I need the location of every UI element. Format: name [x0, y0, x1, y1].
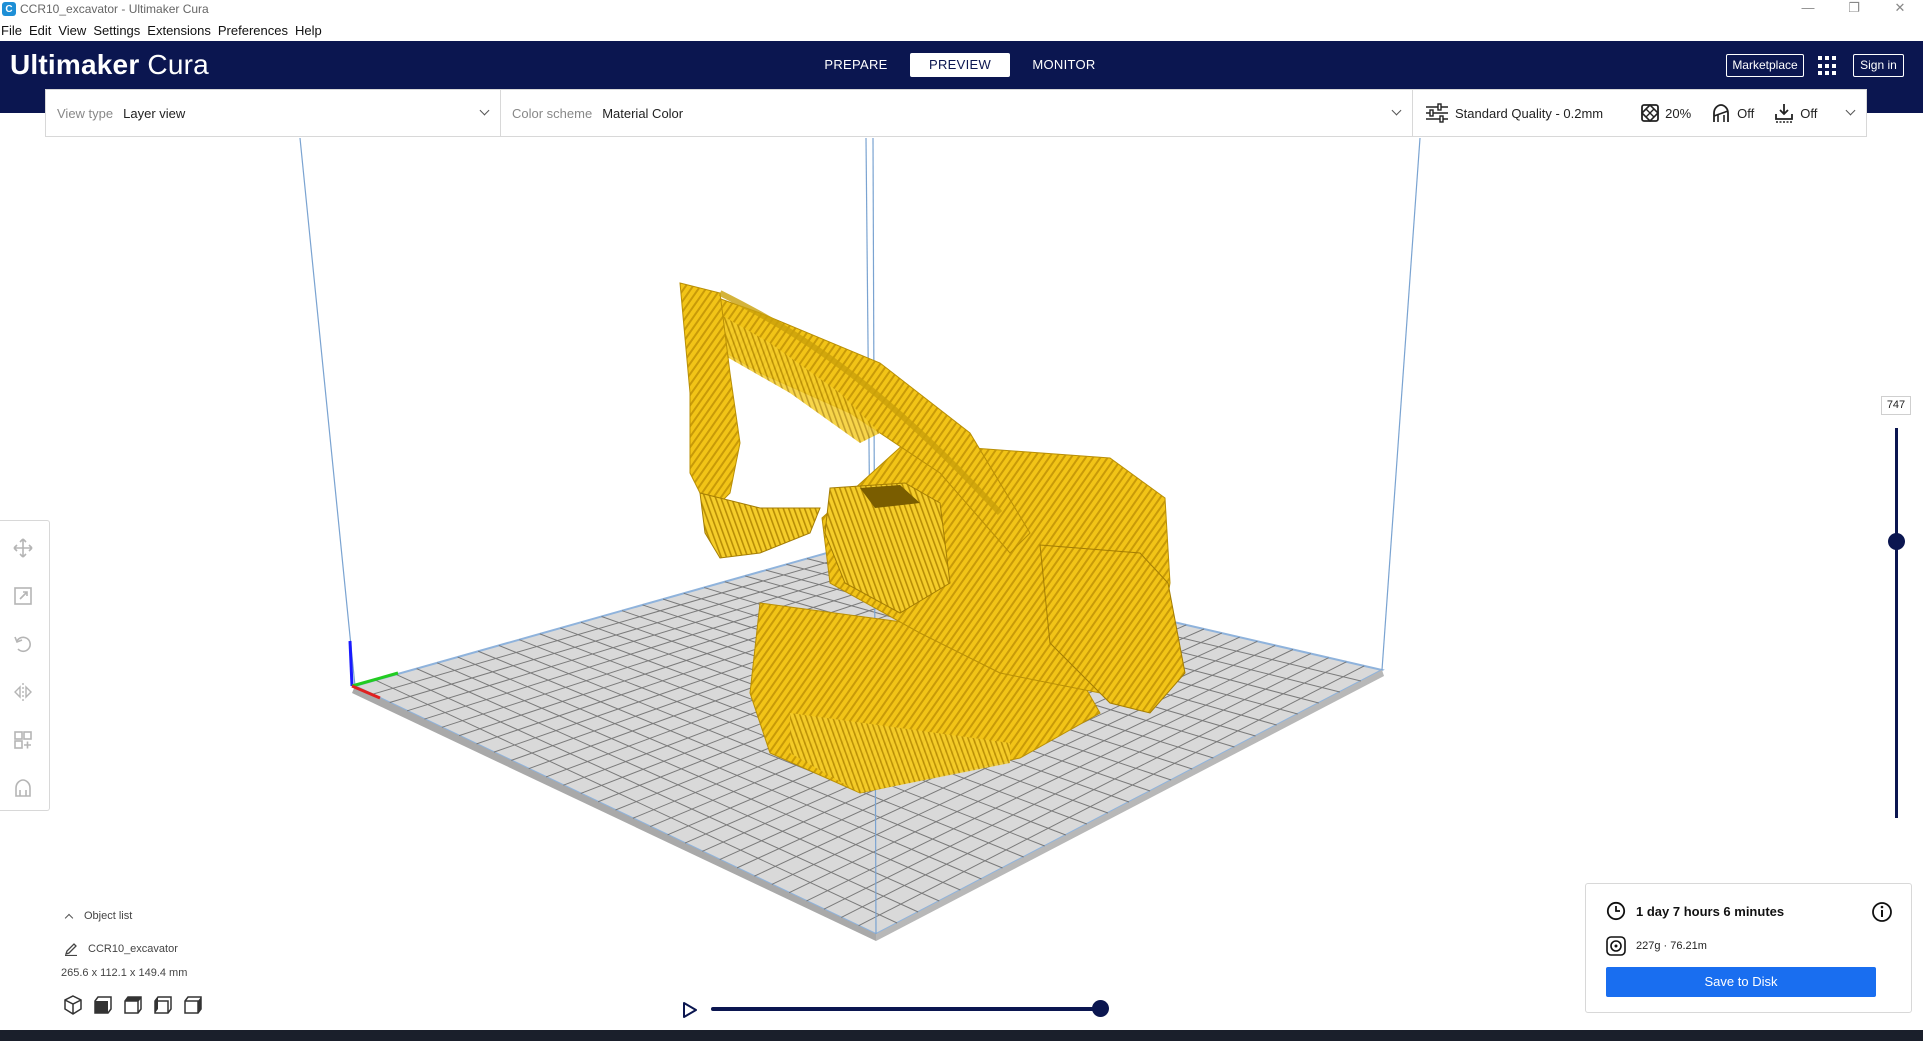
tab-preview[interactable]: PREVIEW: [910, 53, 1010, 77]
print-information-panel: 1 day 7 hours 6 minutes 227g · 76.21m Sa…: [1585, 883, 1912, 1013]
menu-settings[interactable]: Settings: [93, 23, 140, 38]
chevron-down-icon: [1845, 105, 1856, 116]
save-to-disk-button[interactable]: Save to Disk: [1606, 967, 1876, 997]
apps-grid-icon[interactable]: [1818, 56, 1838, 76]
adhesion-value: Off: [1800, 105, 1818, 121]
color-scheme-value: Material Color: [602, 105, 684, 121]
layer-slider-track[interactable]: [1895, 428, 1898, 818]
color-scheme-dropdown[interactable]: Color scheme Material Color: [501, 90, 1413, 136]
play-icon[interactable]: [682, 1001, 698, 1019]
taskbar-strip: [0, 1030, 1923, 1041]
close-icon[interactable]: ✕: [1877, 0, 1923, 18]
camera-view-buttons: [62, 994, 204, 1016]
view-toolbar: View type Layer view Color scheme Materi…: [45, 89, 1867, 137]
sign-in-button[interactable]: Sign in: [1853, 54, 1904, 77]
rotate-icon[interactable]: [12, 633, 34, 655]
chevron-up-icon: [64, 913, 74, 922]
tool-panel: [0, 520, 50, 811]
volume-edge: [299, 137, 356, 687]
menu-file[interactable]: File: [1, 23, 22, 38]
right-view-icon[interactable]: [182, 994, 204, 1016]
menu-help[interactable]: Help: [295, 23, 322, 38]
object-name: CCR10_excavator: [88, 943, 178, 955]
view-type-value: Layer view: [123, 105, 186, 121]
scale-icon[interactable]: [12, 585, 34, 607]
object-list-header: Object list: [84, 910, 133, 922]
3d-view-icon[interactable]: [62, 994, 84, 1016]
object-dimensions: 265.6 x 112.1 x 149.4 mm: [61, 967, 188, 979]
window-controls: — ❐ ✕: [1785, 0, 1923, 18]
material-usage: 227g · 76.21m: [1606, 936, 1707, 956]
left-view-icon[interactable]: [152, 994, 174, 1016]
volume-edge: [1381, 137, 1421, 671]
support-icon: [1713, 104, 1730, 122]
restore-icon[interactable]: ❐: [1831, 0, 1877, 18]
minimize-icon[interactable]: —: [1785, 0, 1831, 18]
print-settings-dropdown[interactable]: Standard Quality - 0.2mm 20% Off Off: [1413, 90, 1866, 136]
adhesion-setting: Off: [1774, 103, 1817, 123]
chevron-down-icon: [479, 105, 490, 116]
info-icon[interactable]: [1871, 901, 1893, 923]
material-usage-value: 227g · 76.21m: [1636, 940, 1707, 952]
color-scheme-label: Color scheme: [512, 105, 593, 121]
menu-edit[interactable]: Edit: [29, 23, 51, 38]
ultimaker-cura-logo: Ultimaker Cura: [10, 49, 209, 80]
sliders-icon: [1426, 103, 1448, 123]
move-icon[interactable]: [12, 537, 34, 559]
stage-tabs: PREPARE PREVIEW MONITOR: [806, 53, 1118, 77]
view-type-label: View type: [57, 105, 114, 121]
window-titlebar: C CCR10_excavator - Ultimaker Cura — ❐ ✕: [0, 0, 1923, 18]
window-title: CCR10_excavator - Ultimaker Cura: [20, 2, 209, 16]
cura-app-icon: C: [2, 2, 16, 16]
infill-setting: 20%: [1641, 104, 1691, 122]
per-model-settings-icon[interactable]: [12, 729, 34, 751]
support-value: Off: [1737, 105, 1755, 121]
object-list: Object list CCR10_excavator 265.6 x 112.…: [60, 910, 187, 979]
top-view-icon[interactable]: [122, 994, 144, 1016]
simulation-slider-track[interactable]: [711, 1007, 1101, 1011]
clock-icon: [1606, 901, 1626, 921]
print-time: 1 day 7 hours 6 minutes: [1606, 901, 1784, 921]
simulation-slider-handle[interactable]: [1092, 1000, 1109, 1017]
quality-value: Standard Quality - 0.2mm: [1455, 105, 1604, 121]
quality-setting: Standard Quality - 0.2mm: [1425, 103, 1603, 123]
mirror-icon[interactable]: [12, 681, 34, 703]
print-time-value: 1 day 7 hours 6 minutes: [1636, 903, 1785, 919]
tab-prepare[interactable]: PREPARE: [806, 53, 906, 77]
menu-view[interactable]: View: [58, 23, 86, 38]
menu-bar: File Edit View Settings Extensions Prefe…: [0, 20, 329, 40]
support-blocker-icon[interactable]: [12, 777, 34, 799]
support-setting: Off: [1711, 103, 1754, 123]
layer-upper-handle[interactable]: [1888, 533, 1905, 550]
view-type-dropdown[interactable]: View type Layer view: [46, 90, 501, 136]
menu-extensions[interactable]: Extensions: [147, 23, 211, 38]
adhesion-icon: [1775, 104, 1794, 123]
infill-value: 20%: [1665, 105, 1692, 121]
chevron-down-icon: [1391, 105, 1402, 116]
menu-preferences[interactable]: Preferences: [218, 23, 288, 38]
z-axis: [348, 640, 354, 687]
object-list-toggle[interactable]: Object list: [60, 910, 132, 922]
tab-monitor[interactable]: MONITOR: [1014, 53, 1114, 77]
marketplace-button[interactable]: Marketplace: [1726, 54, 1804, 77]
front-view-icon[interactable]: [92, 994, 114, 1016]
spool-icon: [1606, 936, 1626, 956]
pencil-icon[interactable]: [64, 942, 78, 956]
infill-icon: [1641, 104, 1660, 122]
layer-value-input[interactable]: 747: [1881, 396, 1911, 415]
object-row[interactable]: CCR10_excavator: [64, 942, 178, 956]
